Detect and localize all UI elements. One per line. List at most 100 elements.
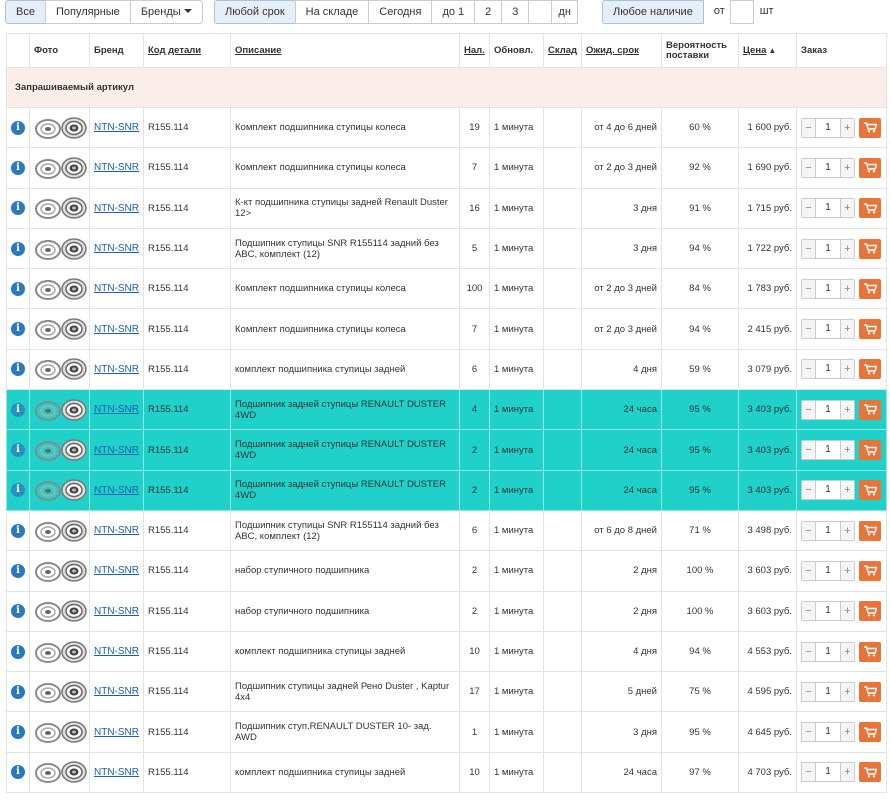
bearing-photo[interactable] [34, 398, 90, 422]
info-circle-icon[interactable]: i [11, 402, 25, 417]
add-to-cart-button[interactable] [859, 440, 881, 461]
add-to-cart-button[interactable] [859, 278, 881, 299]
bearing-photo[interactable] [34, 760, 90, 784]
bearing-photo[interactable] [34, 640, 90, 664]
brand-link[interactable]: NTN-SNR [94, 565, 139, 576]
qty-decrease-button[interactable]: − [802, 239, 815, 258]
qty-increase-button[interactable]: + [841, 158, 854, 177]
qty-decrease-button[interactable]: − [802, 723, 815, 742]
col-code[interactable]: Код детали [143, 33, 231, 68]
brand-link[interactable]: NTN-SNR [94, 364, 139, 375]
sort-code-link[interactable]: Код детали [148, 45, 201, 56]
col-description[interactable]: Описание [230, 33, 460, 68]
qty-input[interactable]: 1 [815, 481, 841, 500]
brand-link[interactable]: NTN-SNR [94, 686, 139, 697]
info-circle-icon[interactable]: i [11, 725, 25, 740]
add-to-cart-button[interactable] [859, 601, 881, 622]
col-warehouse[interactable]: Склад [543, 33, 582, 68]
qty-input[interactable]: 1 [815, 400, 841, 419]
add-to-cart-button[interactable] [859, 520, 881, 541]
bearing-photo[interactable] [34, 357, 90, 381]
bearing-photo[interactable] [34, 317, 90, 341]
brand-link[interactable]: NTN-SNR [94, 122, 139, 133]
qty-input[interactable]: 1 [815, 279, 841, 298]
term-today-button[interactable]: Сегодня [368, 0, 433, 24]
bearing-photo[interactable] [34, 519, 90, 543]
qty-decrease-button[interactable]: − [802, 158, 815, 177]
col-expected[interactable]: Ожид. срок [581, 33, 662, 68]
add-to-cart-button[interactable] [859, 359, 881, 380]
info-circle-icon[interactable]: i [11, 120, 25, 135]
qty-input[interactable]: 1 [815, 763, 841, 782]
add-to-cart-button[interactable] [859, 681, 881, 702]
qty-decrease-button[interactable]: − [802, 561, 815, 580]
info-circle-icon[interactable]: i [11, 644, 25, 659]
qty-increase-button[interactable]: + [841, 481, 854, 500]
qty-input[interactable]: 1 [815, 561, 841, 580]
bearing-photo[interactable] [34, 559, 90, 583]
term-upto1-button[interactable]: до 1 [431, 0, 476, 24]
info-circle-icon[interactable]: i [11, 201, 25, 216]
qty-decrease-button[interactable]: − [802, 199, 815, 218]
info-circle-icon[interactable]: i [11, 604, 25, 619]
term-2-button[interactable]: 2 [474, 0, 503, 24]
qty-increase-button[interactable]: + [841, 360, 854, 379]
add-to-cart-button[interactable] [859, 722, 881, 743]
qty-decrease-button[interactable]: − [802, 682, 815, 701]
qty-input[interactable]: 1 [815, 199, 841, 218]
bearing-photo[interactable] [34, 196, 90, 220]
info-circle-icon[interactable]: i [11, 443, 25, 458]
filter-all-button[interactable]: Все [5, 0, 46, 24]
qty-decrease-button[interactable]: − [802, 118, 815, 137]
info-circle-icon[interactable]: i [11, 765, 25, 780]
col-stock[interactable]: Нал. [459, 33, 490, 68]
qty-increase-button[interactable]: + [841, 239, 854, 258]
qty-decrease-button[interactable]: − [802, 360, 815, 379]
qty-input[interactable]: 1 [815, 441, 841, 460]
bearing-photo[interactable] [34, 237, 90, 261]
qty-input[interactable]: 1 [815, 360, 841, 379]
bearing-photo[interactable] [34, 720, 90, 744]
info-circle-icon[interactable]: i [11, 241, 25, 256]
sort-warehouse-link[interactable]: Склад [548, 45, 577, 56]
brand-link[interactable]: NTN-SNR [94, 404, 139, 415]
info-circle-icon[interactable]: i [11, 160, 25, 175]
info-circle-icon[interactable]: i [11, 281, 25, 296]
qty-decrease-button[interactable]: − [802, 642, 815, 661]
info-circle-icon[interactable]: i [11, 563, 25, 578]
qty-decrease-button[interactable]: − [802, 763, 815, 782]
qty-increase-button[interactable]: + [841, 561, 854, 580]
qty-input[interactable]: 1 [815, 521, 841, 540]
qty-input[interactable]: 1 [815, 723, 841, 742]
term-3-button[interactable]: 3 [501, 0, 530, 24]
add-to-cart-button[interactable] [859, 319, 881, 340]
brand-link[interactable]: NTN-SNR [94, 767, 139, 778]
info-circle-icon[interactable]: i [11, 523, 25, 538]
info-circle-icon[interactable]: i [11, 322, 25, 337]
add-to-cart-button[interactable] [859, 238, 881, 259]
add-to-cart-button[interactable] [859, 117, 881, 138]
add-to-cart-button[interactable] [859, 399, 881, 420]
term-in-stock-button[interactable]: На складе [294, 0, 370, 24]
add-to-cart-button[interactable] [859, 641, 881, 662]
qty-input[interactable]: 1 [815, 642, 841, 661]
filter-brands-dropdown[interactable]: Бренды [129, 0, 203, 24]
qty-increase-button[interactable]: + [841, 400, 854, 419]
qty-increase-button[interactable]: + [841, 521, 854, 540]
qty-decrease-button[interactable]: − [802, 320, 815, 339]
qty-decrease-button[interactable]: − [802, 279, 815, 298]
add-to-cart-button[interactable] [859, 198, 881, 219]
brand-link[interactable]: NTN-SNR [94, 445, 139, 456]
bearing-photo[interactable] [34, 438, 90, 462]
brand-link[interactable]: NTN-SNR [94, 727, 139, 738]
brand-link[interactable]: NTN-SNR [94, 203, 139, 214]
bearing-photo[interactable] [34, 478, 90, 502]
bearing-photo[interactable] [34, 680, 90, 704]
add-to-cart-button[interactable] [859, 560, 881, 581]
availability-qty-input[interactable] [729, 0, 754, 24]
qty-increase-button[interactable]: + [841, 763, 854, 782]
brand-link[interactable]: NTN-SNR [94, 324, 139, 335]
qty-increase-button[interactable]: + [841, 279, 854, 298]
bearing-photo[interactable] [34, 156, 90, 180]
term-days-input[interactable] [528, 0, 553, 24]
